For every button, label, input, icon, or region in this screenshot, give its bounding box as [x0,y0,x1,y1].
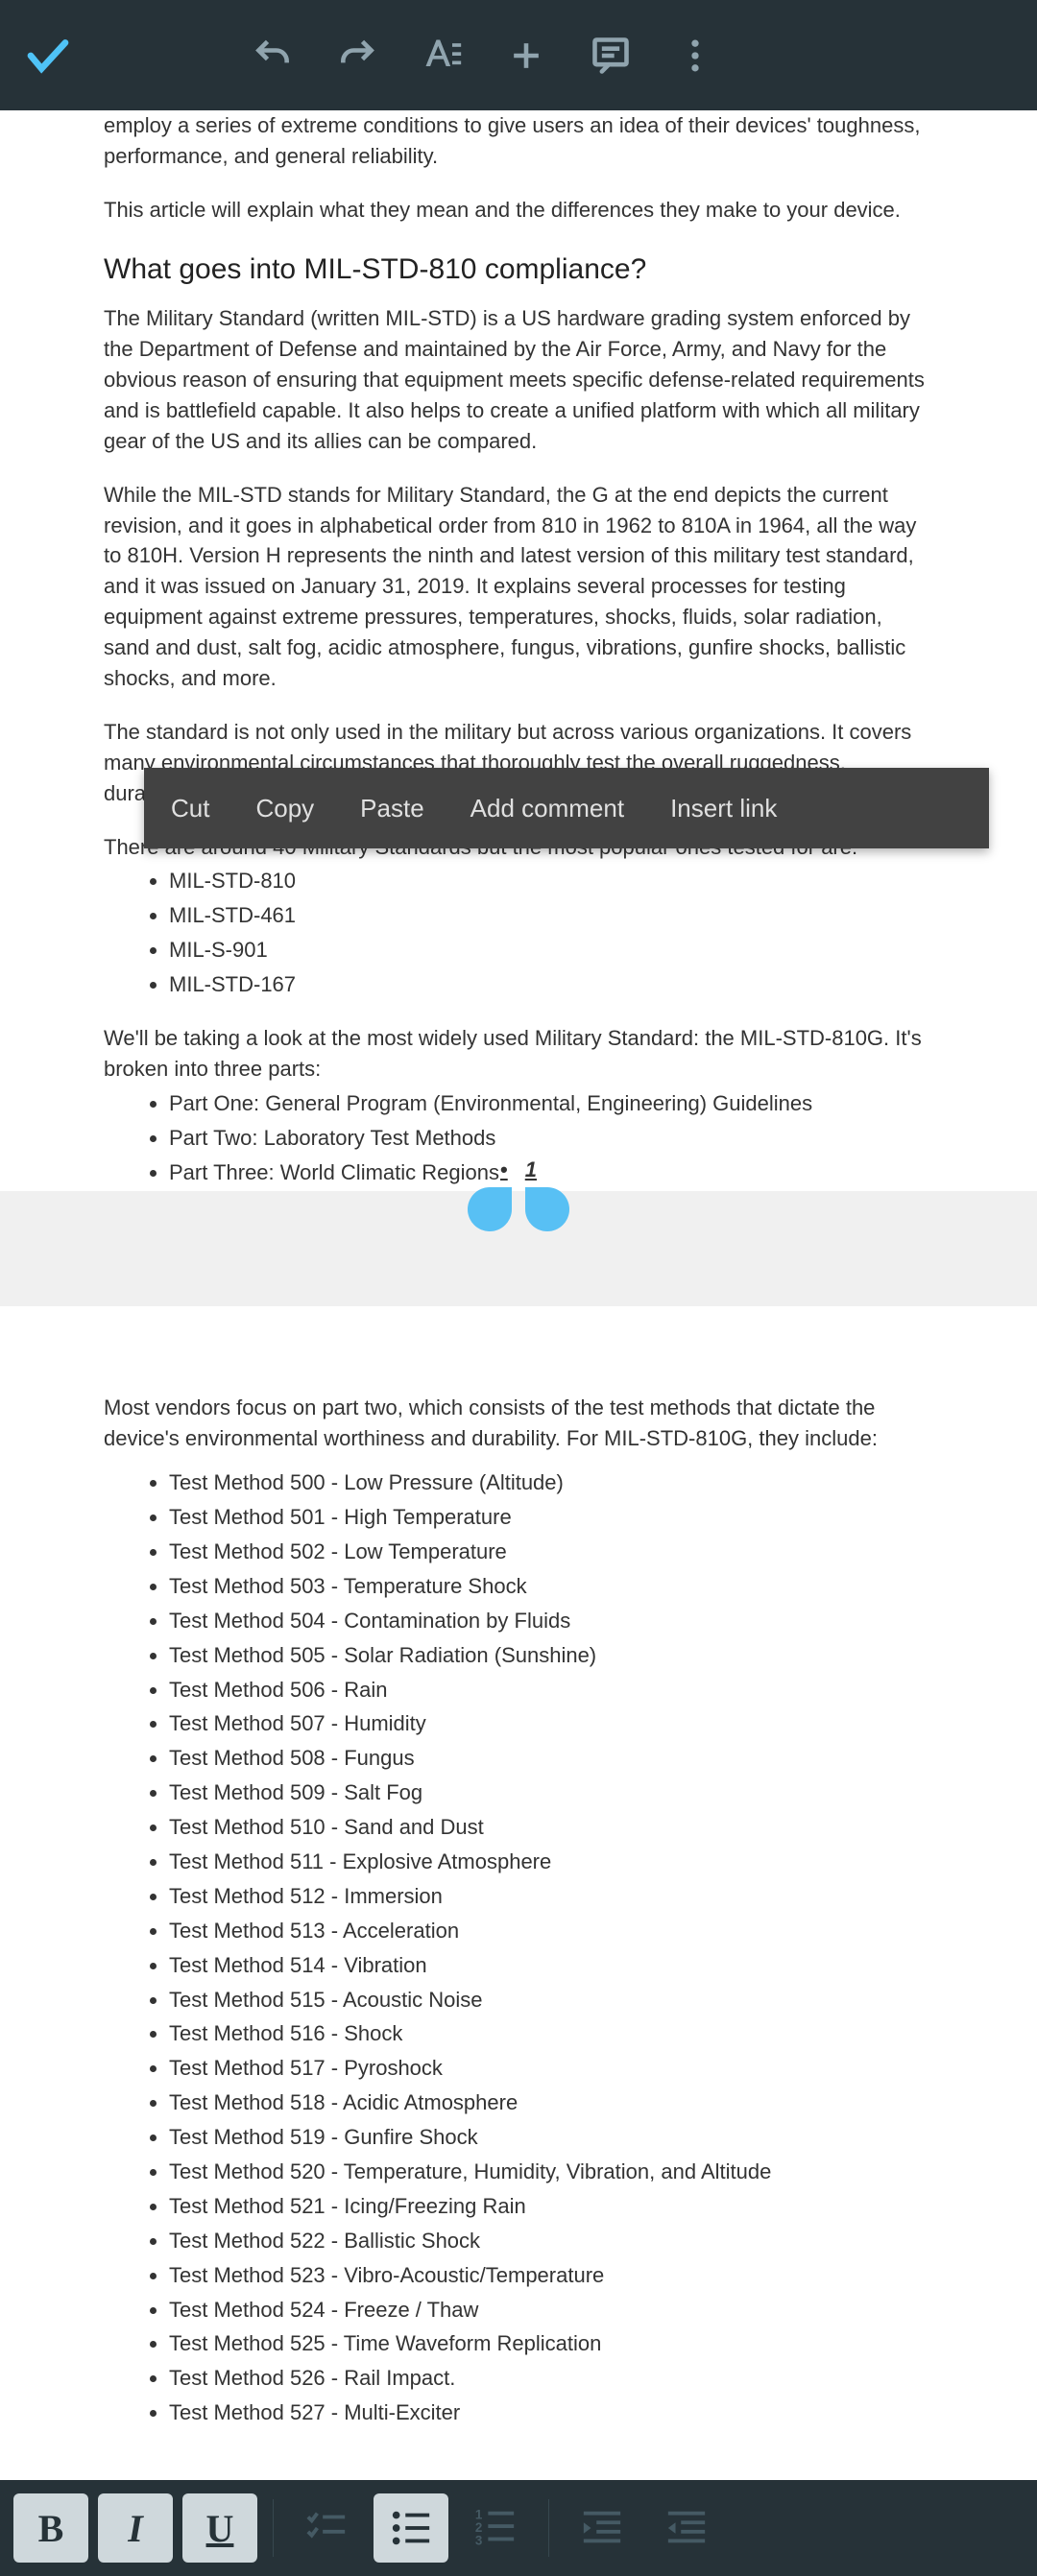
context-menu-paste[interactable]: Paste [360,794,424,823]
document-canvas[interactable]: employ a series of extreme conditions to… [0,110,1037,2480]
underline-button[interactable]: U [182,2493,257,2563]
list-item[interactable]: MIL-STD-167 [169,969,933,1000]
paragraph[interactable]: We'll be taking a look at the most widel… [104,1023,933,1085]
more-button[interactable] [655,15,736,96]
separator [273,2499,274,2557]
bulleted-list[interactable]: MIL-STD-810 MIL-STD-461 MIL-S-901MIL-STD-1… [104,866,933,1000]
selection-handle-left[interactable] [468,1187,512,1231]
list-item[interactable]: Test Method 526 - Rail Impact. [169,2363,933,2394]
list-item[interactable]: Test Method 501 - High Temperature [169,1502,933,1533]
list-item[interactable]: Test Method 508 - Fungus [169,1743,933,1774]
paragraph[interactable]: employ a series of extreme conditions to… [104,110,933,172]
bulleted-list[interactable]: Test Method 500 - Low Pressure (Altitude… [104,1467,933,2428]
selection-handle-right[interactable] [525,1187,569,1231]
context-menu-insert-link[interactable]: Insert link [670,794,777,823]
context-menu: Cut Copy Paste Add comment Insert link [144,768,989,848]
list-item[interactable]: Test Method 502 - Low Temperature [169,1537,933,1567]
list-item[interactable]: Test Method 518 - Acidic Atmosphere [169,2087,933,2118]
bold-button[interactable]: B [13,2493,88,2563]
comment-button[interactable] [570,15,651,96]
bulleted-list-button[interactable] [374,2493,448,2563]
list-item[interactable]: Test Method 515 - Acoustic Noise [169,1985,933,2015]
list-item[interactable]: Test Method 514 - Vibration [169,1950,933,1981]
list-item[interactable]: MIL-STD-810 [169,866,933,896]
list-item[interactable]: Test Method 510 - Sand and Dust [169,1812,933,1843]
list-item[interactable]: MIL-S-901 [169,935,933,966]
italic-button[interactable]: I [98,2493,173,2563]
list-item[interactable]: Test Method 520 - Temperature, Humidity,… [169,2157,933,2187]
list-item[interactable]: Part One: General Program (Environmental… [169,1088,933,1119]
list-item[interactable]: Test Method 527 - Multi-Exciter [169,2397,933,2428]
text-format-button[interactable] [401,15,482,96]
numbered-list-button[interactable]: 123 [458,2493,533,2563]
list-item[interactable]: Test Method 511 - Explosive Atmosphere [169,1847,933,1877]
list-item[interactable]: Test Method 500 - Low Pressure (Altitude… [169,1467,933,1498]
paragraph[interactable]: The Military Standard (written MIL-STD) … [104,303,933,456]
svg-text:3: 3 [475,2533,482,2547]
list-item[interactable]: Test Method 519 - Gunfire Shock [169,2122,933,2153]
undo-button[interactable] [232,15,313,96]
context-menu-add-comment[interactable]: Add comment [470,794,624,823]
heading-2[interactable]: What goes into MIL-STD-810 compliance? [104,249,933,291]
list-item[interactable]: Test Method 513 - Acceleration [169,1916,933,1946]
list-item[interactable]: Test Method 516 - Shock [169,2018,933,2049]
list-item[interactable]: Test Method 505 - Solar Radiation (Sunsh… [169,1640,933,1671]
paragraph[interactable]: Most vendors focus on part two, which co… [104,1393,933,1454]
list-item[interactable]: Part Three: World Climatic Regions [169,1157,933,1188]
redo-button[interactable] [317,15,398,96]
format-toolbar: B I U 123 [0,2480,1037,2576]
list-item[interactable]: Part Two: Laboratory Test Methods [169,1123,933,1154]
list-item[interactable]: Test Method 523 - Vibro-Acoustic/Tempera… [169,2260,933,2291]
list-item[interactable]: Test Method 506 - Rain [169,1675,933,1705]
list-item[interactable]: Test Method 512 - Immersion [169,1881,933,1912]
text-selection[interactable]: 1 [468,1187,569,1231]
list-item[interactable]: Test Method 522 - Ballistic Shock [169,2226,933,2256]
list-item[interactable]: Test Method 507 - Humidity [169,1708,933,1739]
separator [548,2499,549,2557]
top-toolbar [0,0,1037,110]
outdent-button[interactable] [565,2493,639,2563]
list-item[interactable]: Test Method 509 - Salt Fog [169,1777,933,1808]
checklist-button[interactable] [289,2493,364,2563]
indent-button[interactable] [649,2493,724,2563]
list-item[interactable]: Test Method 521 - Icing/Freezing Rain [169,2191,933,2222]
list-item[interactable]: MIL-STD-461 [169,900,933,931]
list-item[interactable]: Test Method 503 - Temperature Shock [169,1571,933,1602]
paragraph[interactable]: This article will explain what they mean… [104,195,933,226]
list-item[interactable]: Test Method 525 - Time Waveform Replicat… [169,2328,933,2359]
context-menu-copy[interactable]: Copy [255,794,314,823]
list-item[interactable]: Test Method 504 - Contamination by Fluid… [169,1606,933,1636]
paragraph[interactable]: While the MIL-STD stands for Military St… [104,480,933,694]
list-item[interactable]: Test Method 524 - Freeze / Thaw [169,2295,933,2326]
page-break-region: 1 [0,1191,1037,1306]
done-button[interactable] [19,27,77,84]
add-button[interactable] [486,15,567,96]
list-item[interactable]: Test Method 517 - Pyroshock [169,2053,933,2084]
selected-text[interactable]: 1 [500,1155,537,1185]
context-menu-cut[interactable]: Cut [171,794,209,823]
